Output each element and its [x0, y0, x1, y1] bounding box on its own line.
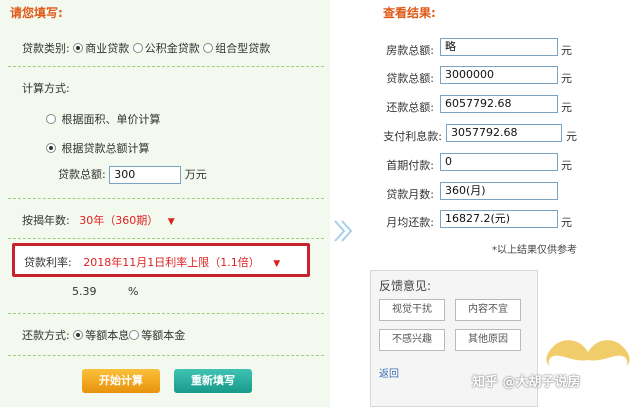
- result-value[interactable]: 6057792.68: [440, 95, 558, 113]
- rate-unit: %: [128, 285, 139, 298]
- radio-equal-installment[interactable]: [73, 330, 84, 340]
- result-value[interactable]: 3057792.68: [446, 124, 562, 142]
- repay-row: 还款方式: 等额本息 等额本金: [22, 327, 185, 343]
- calc-option-area: 根据面积、单价计算: [61, 113, 161, 126]
- loan-type-fund: 公积金贷款: [144, 42, 200, 55]
- rate-select[interactable]: 2018年11月1日利率上限（1.1倍）: [83, 256, 259, 269]
- repay-label: 还款方式:: [22, 329, 70, 342]
- radio-combined[interactable]: [203, 43, 214, 53]
- loan-type-row: 贷款类别: 商业贷款 公积金贷款 组合型贷款: [22, 40, 270, 56]
- divider: [8, 313, 324, 314]
- feedback-visual-button[interactable]: 视觉干扰: [379, 299, 445, 321]
- result-label: 房款总额:: [386, 44, 434, 57]
- years-select[interactable]: 30年（360期）: [79, 214, 158, 227]
- chevron-right-icon: [334, 220, 353, 242]
- repay-equal-installment: 等额本息: [85, 329, 130, 342]
- divider: [8, 355, 324, 356]
- feedback-other-button[interactable]: 其他原因: [455, 329, 521, 351]
- result-unit: 元: [561, 72, 572, 85]
- result-value[interactable]: 16827.2(元): [440, 210, 558, 228]
- result-value[interactable]: 3000000: [440, 66, 558, 84]
- radio-total[interactable]: [46, 143, 56, 153]
- loan-type-label: 贷款类别:: [22, 42, 70, 55]
- result-label: 贷款总额:: [386, 72, 434, 85]
- dropdown-arrow-icon[interactable]: ▼: [168, 217, 175, 227]
- start-calc-button[interactable]: 开始计算: [82, 369, 160, 393]
- result-label: 支付利息款:: [383, 130, 442, 143]
- radio-commercial[interactable]: [73, 43, 84, 53]
- rate-row[interactable]: 贷款利率: 2018年11月1日利率上限（1.1倍） ▼: [24, 254, 280, 270]
- result-title: 查看结果:: [383, 6, 436, 20]
- watermark: 知乎 @大胡子说房: [472, 375, 581, 390]
- input-panel: 请您填写: 贷款类别: 商业贷款 公积金贷款 组合型贷款 计算方式: 根据面积、…: [0, 0, 330, 407]
- result-label: 首期付款:: [386, 159, 434, 172]
- years-row[interactable]: 按揭年数: 30年（360期） ▼: [22, 212, 175, 228]
- divider: [8, 198, 324, 199]
- result-value[interactable]: 略: [440, 38, 558, 56]
- dropdown-arrow-icon[interactable]: ▼: [273, 259, 280, 269]
- years-label: 按揭年数:: [22, 214, 70, 227]
- result-label: 月均还款:: [386, 216, 434, 229]
- feedback-back-link[interactable]: 返回: [379, 365, 399, 380]
- calc-option-total: 根据贷款总额计算: [61, 142, 150, 155]
- result-unit: 元: [561, 159, 572, 172]
- rate-label: 贷款利率:: [24, 256, 72, 269]
- result-note: *以上结果仅供参考: [492, 245, 577, 256]
- reset-button[interactable]: 重新填写: [174, 369, 252, 393]
- result-value[interactable]: 360(月): [440, 182, 558, 200]
- divider: [8, 238, 324, 239]
- feedback-inappropriate-button[interactable]: 内容不宜: [455, 299, 521, 321]
- radio-area[interactable]: [46, 114, 56, 124]
- calc-method-label: 计算方式:: [22, 82, 70, 95]
- rate-number[interactable]: 5.39: [72, 285, 97, 298]
- calc-option-total-row[interactable]: 根据贷款总额计算: [46, 140, 150, 156]
- feedback-not-interested-button[interactable]: 不感兴趣: [379, 329, 445, 351]
- rate-number-row: 5.39 %: [72, 285, 138, 298]
- result-unit: 元: [561, 101, 572, 114]
- divider: [8, 66, 324, 67]
- result-value[interactable]: 0: [440, 153, 558, 171]
- loan-total-unit: 万元: [184, 168, 207, 181]
- loan-total-label: 贷款总额:: [58, 168, 106, 181]
- result-unit: 元: [561, 216, 572, 229]
- loan-type-combined: 组合型贷款: [215, 42, 271, 55]
- radio-equal-principal[interactable]: [129, 330, 140, 340]
- radio-fund[interactable]: [132, 43, 143, 53]
- result-unit: 元: [561, 44, 572, 57]
- result-unit: 元: [566, 130, 577, 143]
- calc-option-area-row[interactable]: 根据面积、单价计算: [46, 111, 161, 127]
- repay-equal-principal: 等额本金: [141, 329, 186, 342]
- result-label: 还款总额:: [386, 101, 434, 114]
- loan-type-commercial: 商业贷款: [85, 42, 130, 55]
- feedback-title: 反馈意见:: [379, 279, 432, 293]
- result-label: 贷款月数:: [386, 188, 434, 201]
- input-title: 请您填写:: [10, 6, 63, 20]
- loan-total-input[interactable]: 300: [109, 166, 182, 184]
- loan-total-row: 贷款总额: 300 万元: [58, 166, 207, 184]
